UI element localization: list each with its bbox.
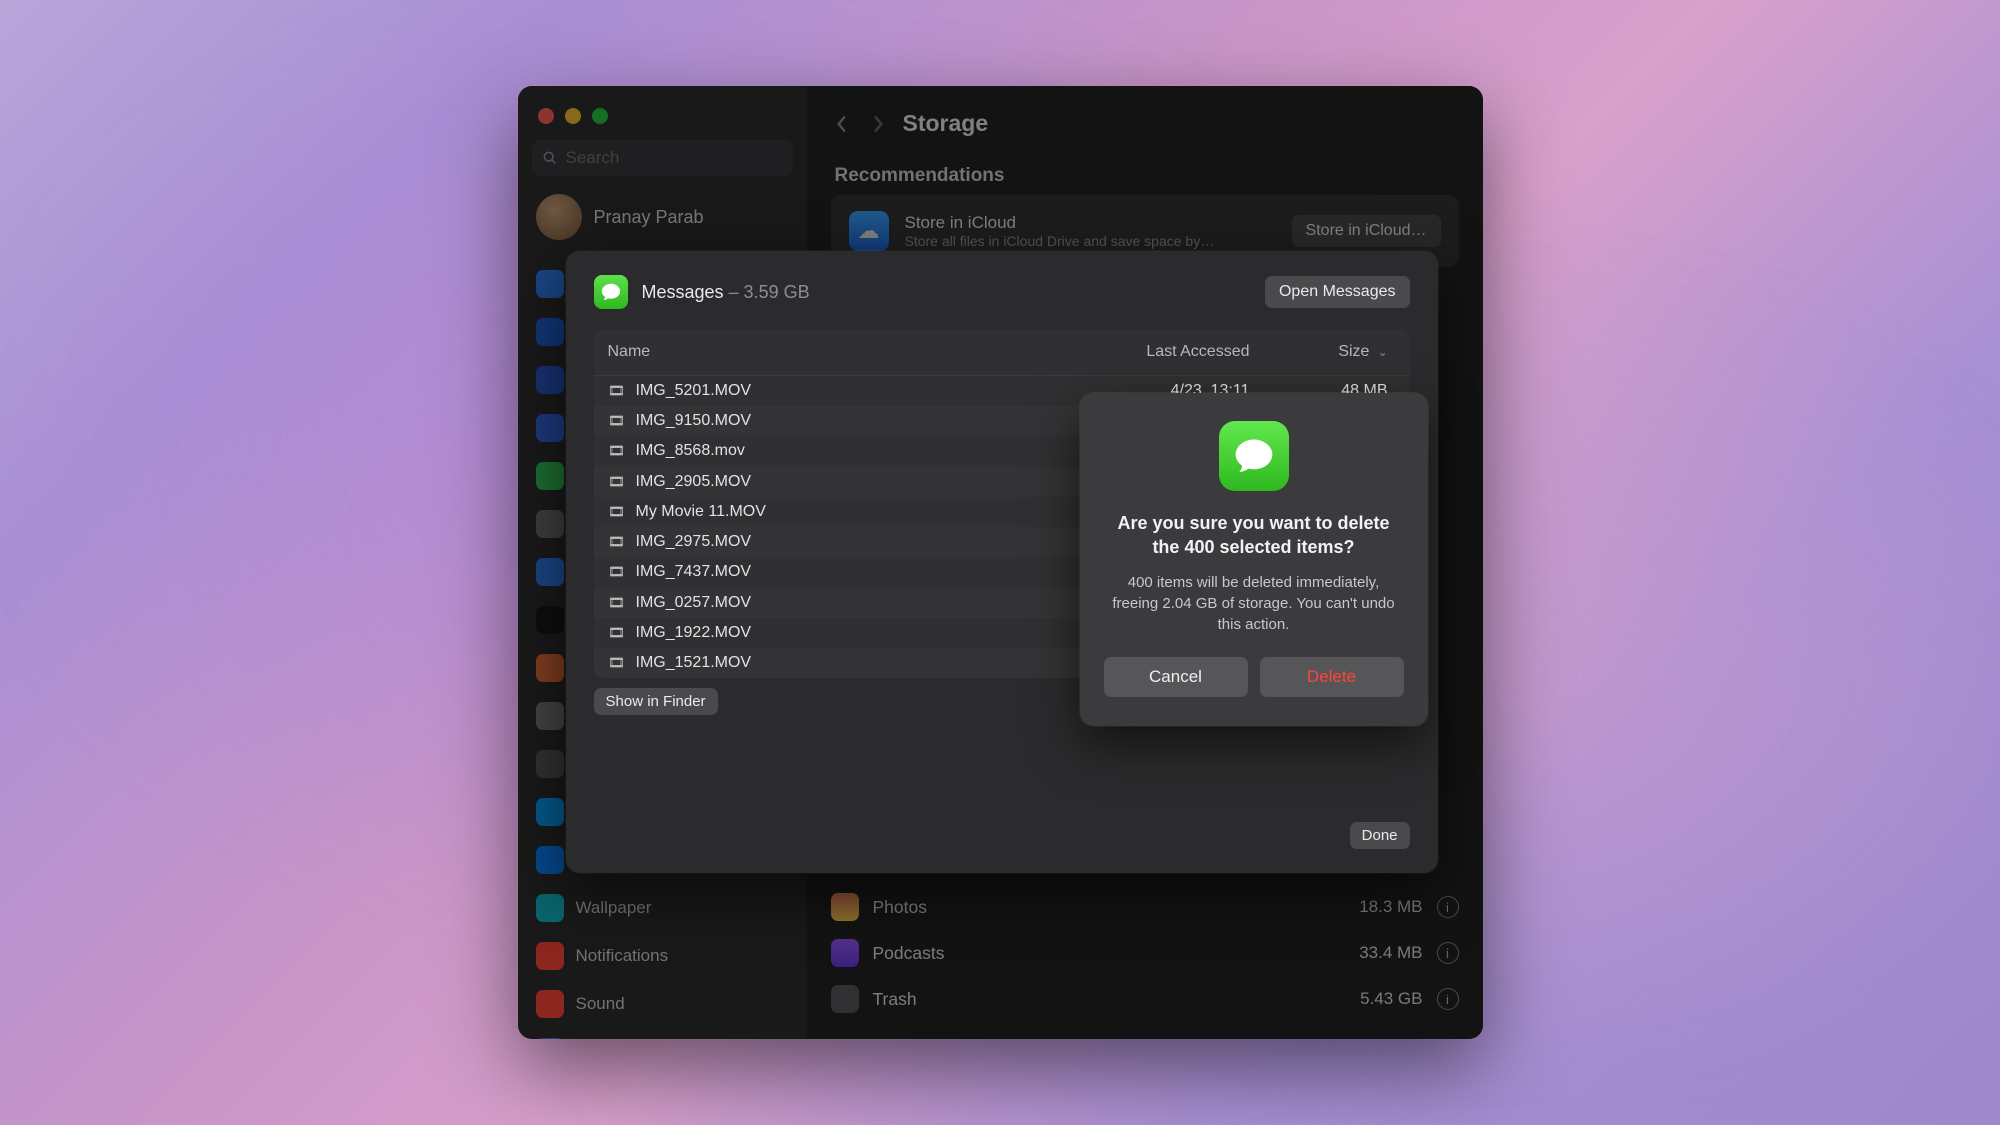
storage-app-row[interactable]: Podcasts 33.4 MB i [831, 939, 1459, 967]
file-name-cell: 🎞My Movie 11.MOV [594, 497, 1090, 527]
sidebar-item-label: Wallpaper [576, 898, 652, 918]
app-size: 5.43 GB [1360, 989, 1422, 1009]
sheet-title: Messages – 3.59 GB [642, 282, 810, 303]
avatar [536, 194, 582, 240]
sidebar-item-icon [536, 558, 564, 586]
messages-app-icon [594, 275, 628, 309]
sidebar-item-icon [536, 702, 564, 730]
app-icon [831, 939, 859, 967]
sidebar-item[interactable]: Sound [532, 984, 793, 1024]
storage-app-row[interactable]: Photos 18.3 MB i [831, 893, 1459, 921]
movie-file-icon: 🎞 [608, 594, 626, 612]
app-name: Photos [873, 897, 1346, 918]
file-name-cell: 🎞IMG_1922.MOV [594, 618, 1090, 648]
dialog-title: Are you sure you want to delete the 400 … [1104, 511, 1404, 560]
app-size: 18.3 MB [1359, 897, 1422, 917]
app-size: 33.4 MB [1359, 943, 1422, 963]
titlebar: Storage [831, 102, 1459, 157]
minimize-window-button[interactable] [565, 108, 581, 124]
file-name-cell: 🎞IMG_9150.MOV [594, 406, 1090, 436]
messages-app-icon [1219, 421, 1289, 491]
sidebar-item-icon [536, 1038, 564, 1039]
nav-forward-button[interactable] [867, 113, 889, 135]
search-icon [542, 150, 558, 166]
movie-file-icon: 🎞 [608, 412, 626, 430]
sidebar-item-icon [536, 606, 564, 634]
sidebar-item-icon [536, 846, 564, 874]
sidebar-item-icon [536, 414, 564, 442]
sidebar-item-label: Notifications [576, 946, 669, 966]
movie-file-icon: 🎞 [608, 654, 626, 672]
search-input[interactable] [566, 148, 787, 168]
sidebar-item-icon [536, 366, 564, 394]
sidebar-item-icon [536, 894, 564, 922]
recommendations-heading: Recommendations [835, 165, 1455, 187]
file-name-cell: 🎞IMG_7437.MOV [594, 557, 1090, 587]
chevron-down-icon: ⌄ [1377, 345, 1387, 359]
sheet-size: – 3.59 GB [724, 282, 810, 302]
sidebar-item[interactable]: Wallpaper [532, 888, 793, 928]
sidebar-item-label: Sound [576, 994, 625, 1014]
storage-app-row[interactable]: Trash 5.43 GB i [831, 985, 1459, 1013]
sidebar-item-icon [536, 750, 564, 778]
apple-id-row[interactable]: Pranay Parab [532, 186, 793, 248]
movie-file-icon: 🎞 [608, 382, 626, 400]
sidebar-item-icon [536, 510, 564, 538]
file-name-cell: 🎞IMG_1521.MOV [594, 648, 1090, 678]
app-name: Podcasts [873, 943, 1346, 964]
table-header: Name Last Accessed Size⌄ [594, 329, 1410, 376]
sidebar-item[interactable]: Notifications [532, 936, 793, 976]
file-name-cell: 🎞IMG_0257.MOV [594, 588, 1090, 618]
confirm-delete-dialog: Are you sure you want to delete the 400 … [1080, 393, 1428, 726]
window-controls [532, 98, 793, 130]
col-name[interactable]: Name [594, 337, 1090, 367]
confirm-delete-button[interactable]: Delete [1260, 657, 1404, 697]
info-icon[interactable]: i [1437, 988, 1459, 1010]
user-name: Pranay Parab [594, 207, 704, 228]
file-name-cell: 🎞IMG_2905.MOV [594, 467, 1090, 497]
movie-file-icon: 🎞 [608, 473, 626, 491]
info-icon[interactable]: i [1437, 942, 1459, 964]
recommendation-title: Store in iCloud [905, 213, 1276, 233]
sidebar-item-icon [536, 798, 564, 826]
info-icon[interactable]: i [1437, 896, 1459, 918]
search-field[interactable] [532, 140, 793, 176]
movie-file-icon: 🎞 [608, 624, 626, 642]
cancel-button[interactable]: Cancel [1104, 657, 1248, 697]
sheet-app-name: Messages [642, 282, 724, 302]
col-size[interactable]: Size⌄ [1280, 337, 1410, 367]
dialog-message: 400 items will be deleted immediately, f… [1104, 572, 1404, 635]
sidebar-item[interactable]: Focus [532, 1032, 793, 1039]
recommendation-subtitle: Store all files in iCloud Drive and save… [905, 233, 1276, 249]
movie-file-icon: 🎞 [608, 503, 626, 521]
sidebar-item-icon [536, 462, 564, 490]
store-in-icloud-button[interactable]: Store in iCloud… [1292, 215, 1441, 247]
zoom-window-button[interactable] [592, 108, 608, 124]
sidebar-item-icon [536, 654, 564, 682]
movie-file-icon: 🎞 [608, 442, 626, 460]
sidebar-item-icon [536, 990, 564, 1018]
col-last-accessed[interactable]: Last Accessed [1090, 337, 1280, 367]
sidebar-item-icon [536, 318, 564, 346]
show-in-finder-button[interactable]: Show in Finder [594, 688, 718, 715]
app-name: Trash [873, 989, 1347, 1010]
app-icon [831, 985, 859, 1013]
done-button[interactable]: Done [1350, 822, 1410, 849]
movie-file-icon: 🎞 [608, 563, 626, 581]
file-name-cell: 🎞IMG_8568.mov [594, 436, 1090, 466]
app-icon [831, 893, 859, 921]
sidebar-item-icon [536, 270, 564, 298]
system-settings-window: Pranay Parab Wallpaper Notifications Sound… [518, 86, 1483, 1039]
close-window-button[interactable] [538, 108, 554, 124]
page-title: Storage [903, 110, 989, 137]
icloud-icon: ☁︎ [849, 211, 889, 251]
file-name-cell: 🎞IMG_2975.MOV [594, 527, 1090, 557]
nav-back-button[interactable] [831, 113, 853, 135]
storage-app-list: Photos 18.3 MB i Podcasts 33.4 MB i Trash 5.43 … [831, 893, 1459, 1023]
movie-file-icon: 🎞 [608, 533, 626, 551]
sidebar-item-icon [536, 942, 564, 970]
file-name-cell: 🎞IMG_5201.MOV [594, 376, 1090, 406]
open-messages-button[interactable]: Open Messages [1265, 276, 1410, 308]
